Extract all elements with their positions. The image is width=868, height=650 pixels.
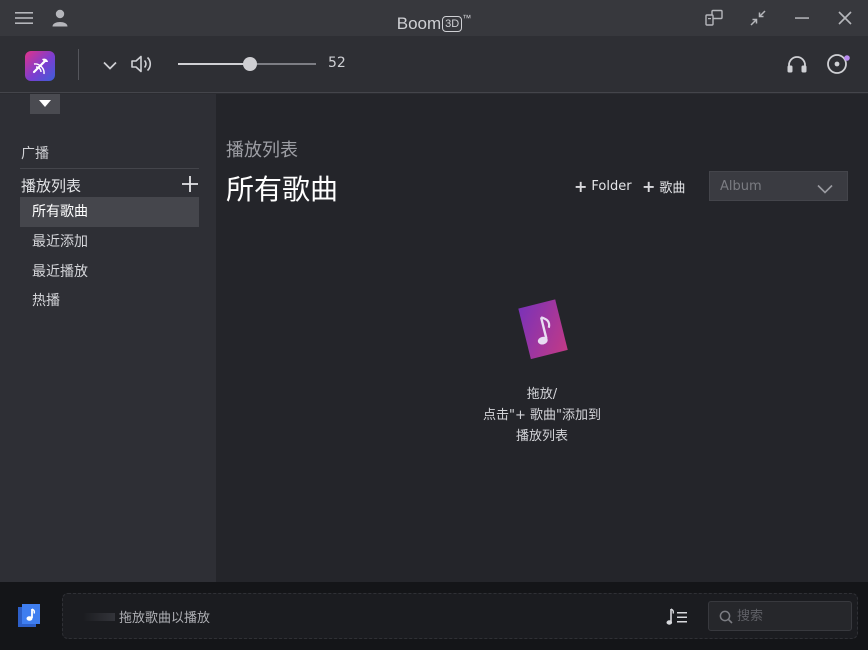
- account-icon[interactable]: [48, 6, 72, 30]
- headphones-icon[interactable]: [785, 52, 809, 76]
- boom-effects-button[interactable]: [25, 51, 55, 81]
- drop-zone-hint: 拖放歌曲以播放: [119, 611, 211, 626]
- volume-slider[interactable]: [178, 57, 316, 71]
- chevron-down-icon: [817, 179, 833, 198]
- empty-state-line-2: 点击"+ 歌曲"添加到: [483, 408, 601, 423]
- minimize-icon[interactable]: [790, 6, 814, 30]
- control-divider: [78, 49, 79, 80]
- sidebar-item-recently-played[interactable]: 最近播放: [20, 257, 199, 287]
- control-bar: 52: [0, 36, 868, 93]
- sort-select[interactable]: Album: [709, 171, 848, 201]
- caret-down-icon: [39, 100, 51, 107]
- app-title-3d-badge: 3D: [442, 16, 463, 32]
- collapse-window-icon[interactable]: [746, 6, 770, 30]
- sidebar-item-hot[interactable]: 热播: [20, 286, 199, 316]
- now-playing-thumbnail[interactable]: [18, 604, 42, 628]
- sidebar-section-playlists[interactable]: 播放列表: [21, 175, 81, 196]
- plus-icon: +: [574, 177, 588, 196]
- page-title: 所有歌曲: [226, 173, 339, 206]
- music-note-card-icon: [516, 297, 568, 360]
- add-song-button[interactable]: + 歌曲: [642, 177, 685, 196]
- add-folder-button[interactable]: + Folder: [574, 177, 632, 196]
- title-bar: Boom 3D ™: [0, 0, 868, 36]
- volume-slider-fill: [178, 63, 250, 65]
- remote-devices-icon[interactable]: [702, 6, 726, 30]
- add-folder-label: Folder: [591, 179, 632, 194]
- speaker-volume-icon[interactable]: [130, 53, 154, 75]
- plus-icon: +: [642, 177, 656, 196]
- search-box[interactable]: [708, 601, 852, 631]
- search-icon: [719, 609, 733, 628]
- sidebar-section-radio[interactable]: 广播: [21, 143, 49, 163]
- search-input[interactable]: [737, 606, 845, 626]
- empty-state-line-3: 播放列表: [515, 429, 568, 444]
- app-title: Boom 3D ™: [0, 0, 868, 36]
- menu-icon[interactable]: [12, 6, 36, 30]
- empty-state-message: 拖放/ 点击"+ 歌曲"添加到 播放列表: [442, 384, 642, 447]
- play-queue-icon[interactable]: [666, 607, 688, 627]
- drop-zone-shade: [83, 613, 115, 621]
- empty-state-line-1: 拖放/: [526, 387, 558, 402]
- plus-icon: [182, 176, 198, 192]
- sort-select-value: Album: [720, 179, 762, 194]
- sidebar: 广播 播放列表 所有歌曲 最近添加 最近播放 热播: [0, 94, 216, 582]
- player-bar: 拖放歌曲以播放: [0, 582, 868, 650]
- add-song-label: 歌曲: [659, 181, 686, 196]
- output-chevron-down-icon[interactable]: [101, 56, 119, 74]
- sidebar-item-all-songs[interactable]: 所有歌曲: [20, 197, 199, 227]
- main-panel: 播放列表 所有歌曲 + Folder + 歌曲 Album 拖放/ 点击"+ 歌…: [216, 94, 868, 582]
- close-icon[interactable]: [833, 6, 857, 30]
- app-title-trademark: ™: [462, 13, 472, 23]
- sidebar-item-recently-added[interactable]: 最近添加: [20, 227, 199, 257]
- sidebar-toggle-button[interactable]: [30, 94, 60, 114]
- song-drop-zone[interactable]: 拖放歌曲以播放: [62, 593, 858, 639]
- app-title-text: Boom: [396, 14, 442, 33]
- volume-slider-knob[interactable]: [242, 57, 257, 71]
- add-playlist-button[interactable]: [180, 174, 200, 194]
- sidebar-divider: [20, 168, 199, 169]
- volume-value: 52: [328, 55, 346, 71]
- equalizer-knob-icon[interactable]: [824, 51, 852, 77]
- page-subtitle: 播放列表: [226, 140, 298, 161]
- rocket-icon: [32, 58, 48, 75]
- music-file-icon: [18, 604, 40, 627]
